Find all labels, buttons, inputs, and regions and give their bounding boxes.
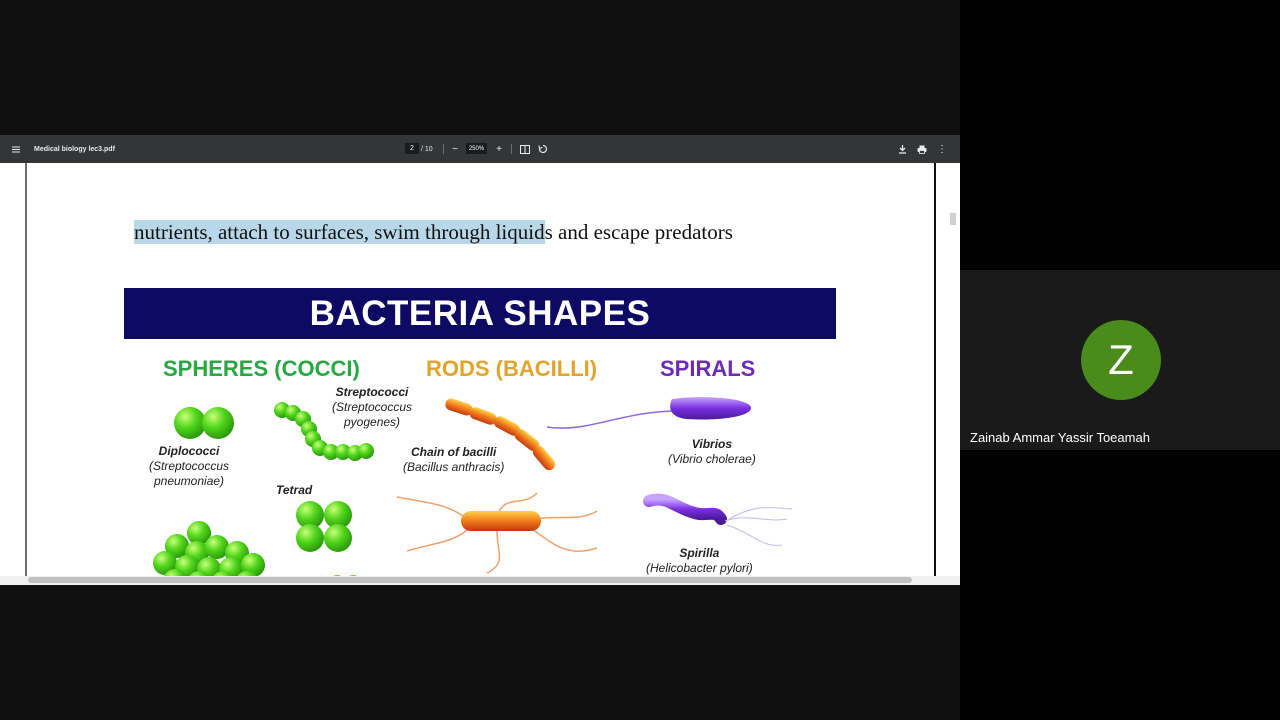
spirilla-name: Spirilla [679,546,720,560]
plus-icon[interactable]: + [493,135,505,163]
diplococci-label: Diplococci (Streptococcus pneumoniae) [149,444,229,489]
page-margin-left [0,163,27,585]
flagellated-bacillus-shape [396,492,598,574]
toolbar-divider [511,144,512,154]
toolbar-divider [443,144,444,154]
vertical-scrollbar[interactable] [950,213,956,225]
chain-name: Chain of bacilli [411,445,497,459]
page-number-input[interactable]: 2 [405,143,419,154]
spirilla-shape [643,493,793,546]
zoom-input[interactable]: 250% [466,143,487,154]
horizontal-scrollbar-thumb[interactable] [28,577,912,583]
pdf-toolbar: Medical biology lec3.pdf 2 / 10 − 250% +… [0,135,960,163]
streptococci-species: (Streptococcus [332,400,413,414]
pdf-page: nutrients, attach to surfaces, swim thro… [27,163,934,585]
tetrad-label: Tetrad [276,483,312,498]
print-icon[interactable] [916,135,928,163]
fit-page-icon[interactable] [519,135,531,163]
tetrad-name: Tetrad [276,483,313,497]
file-name: Medical biology lec3.pdf [34,145,115,153]
diplococci-name: Diplococci [158,444,220,458]
diplococci-species: (Streptococcus [149,459,230,473]
spirilla-species: (Helicobacter pylori) [646,561,753,575]
spirilla-label: Spirilla (Helicobacter pylori) [646,546,753,576]
bacteria-illustration [153,397,793,585]
vibrios-label: Vibrios (Vibrio cholerae) [668,437,756,467]
vibrios-species: (Vibrio cholerae) [668,452,756,466]
more-vert-icon[interactable]: ⋮ [936,135,948,163]
chain-species: (Bacillus anthracis) [403,460,505,474]
avatar: Z [1081,320,1161,400]
minus-icon[interactable]: − [449,135,461,163]
tetrad-shape [296,501,352,552]
page-total: / 10 [421,145,433,153]
download-icon[interactable] [896,135,908,163]
diplococci-shape [174,407,234,439]
hamburger-icon[interactable] [8,135,24,163]
vibrios-name: Vibrios [691,437,733,451]
participant-name: Zainab Ammar Yassir Toeamah [970,430,1150,445]
vibrio-shape [546,397,752,429]
streptococci-species-2: pyogenes) [344,415,401,429]
pdf-viewer: Medical biology lec3.pdf 2 / 10 − 250% +… [0,135,960,585]
horizontal-scrollbar[interactable] [0,576,960,585]
shared-screen: Medical biology lec3.pdf 2 / 10 − 250% +… [0,0,960,720]
streptococci-name: Streptococci [335,385,409,399]
page-margin-right [934,163,960,585]
participant-tile[interactable]: Z Zainab Ammar Yassir Toeamah [960,270,1280,450]
streptococci-label: Streptococci (Streptococcus pyogenes) [332,385,412,430]
diplococci-species-2: pneumoniae) [153,474,225,488]
rotate-icon[interactable] [537,135,549,163]
chain-of-bacilli-label: Chain of bacilli (Bacillus anthracis) [403,445,504,475]
